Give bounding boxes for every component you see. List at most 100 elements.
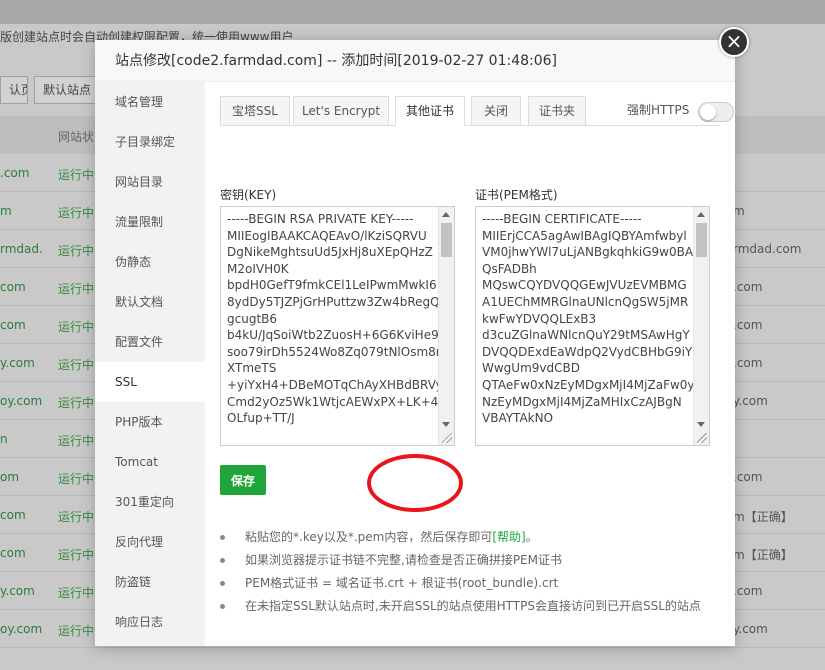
background-site-status[interactable]: 运行中	[58, 432, 94, 449]
background-site-remark: y.com	[733, 394, 768, 408]
background-site-remark: .com	[733, 584, 763, 598]
background-site-name[interactable]: y.com	[0, 356, 35, 370]
nav-domain-management[interactable]: 域名管理	[95, 82, 205, 122]
cert-textarea[interactable]	[476, 207, 694, 445]
background-site-name[interactable]: oy.com	[0, 622, 42, 636]
cert-scrollbar[interactable]	[693, 207, 709, 445]
background-site-name[interactable]: y.com	[0, 584, 35, 598]
modal-sidenav: 域名管理 子目录绑定 网站目录 流量限制 伪静态 默认文档 配置文件 SSL P…	[95, 82, 205, 646]
background-site-status[interactable]: 运行中	[58, 546, 94, 563]
background-site-name[interactable]: com	[0, 280, 26, 294]
scroll-up-arrow-icon[interactable]	[442, 212, 450, 217]
background-site-remark: m【正确】	[733, 510, 793, 524]
nav-301-redirect[interactable]: 301重定向	[95, 482, 205, 522]
site-edit-modal: 站点修改[code2.farmdad.com] -- 添加时间[2019-02-…	[95, 40, 735, 646]
close-icon[interactable]: ×	[719, 27, 749, 57]
background-button-default-site[interactable]: 默认站点	[34, 76, 96, 104]
toggle-knob	[700, 104, 716, 120]
key-label: 密钥(KEY)	[220, 188, 277, 202]
tab-certificate-folder[interactable]: 证书夹	[528, 96, 586, 126]
tip-item: PEM格式证书 = 域名证书.crt + 根证书(root_bundle).cr…	[220, 574, 720, 597]
background-site-status[interactable]: 运行中	[58, 204, 94, 221]
background-topbar	[0, 0, 825, 24]
nav-rewrite[interactable]: 伪静态	[95, 242, 205, 282]
tip-text: 粘贴您的*.key以及*.pem内容，然后保存即可	[245, 530, 493, 544]
background-site-name[interactable]: rmdad.	[0, 242, 43, 256]
key-scrollbar[interactable]	[438, 207, 454, 445]
background-site-status[interactable]: 运行中	[58, 280, 94, 297]
background-site-name[interactable]: om	[0, 470, 19, 484]
ssl-tabs: 宝塔SSL Let's Encrypt 其他证书 关闭 证书夹 强制HTTPS	[220, 96, 734, 126]
scroll-up-arrow-icon[interactable]	[697, 212, 705, 217]
background-site-remark: rmdad.com	[733, 242, 802, 256]
background-site-remark: .com	[733, 470, 763, 484]
resize-grip-icon[interactable]	[697, 433, 707, 443]
force-https-label: 强制HTTPS	[627, 103, 690, 117]
background-button-home[interactable]: 认页	[0, 76, 28, 104]
background-site-name[interactable]: n	[0, 432, 8, 446]
resize-grip-icon[interactable]	[442, 433, 452, 443]
scroll-down-arrow-icon[interactable]	[697, 422, 705, 427]
cert-textarea-wrapper	[475, 206, 710, 446]
tab-lets-encrypt[interactable]: Let's Encrypt	[293, 96, 389, 126]
help-link[interactable]: [帮助]	[492, 530, 525, 544]
ssl-tips-list: 粘贴您的*.key以及*.pem内容，然后保存即可[帮助]。 如果浏览器提示证书…	[220, 528, 720, 620]
bullet-dot-icon	[220, 581, 225, 586]
red-annotation-circle	[367, 454, 463, 512]
key-textarea-wrapper	[220, 206, 455, 446]
force-https-toggle[interactable]	[698, 102, 734, 122]
key-textarea[interactable]	[221, 207, 439, 445]
nav-traffic-limit[interactable]: 流量限制	[95, 202, 205, 242]
background-site-name[interactable]: m	[0, 204, 12, 218]
background-site-remark: .com	[733, 280, 763, 294]
nav-response-log[interactable]: 响应日志	[95, 602, 205, 642]
scroll-down-arrow-icon[interactable]	[442, 422, 450, 427]
background-site-status[interactable]: 运行中	[58, 394, 94, 411]
background-site-status[interactable]: 运行中	[58, 356, 94, 373]
tip-suffix: 。	[525, 530, 538, 544]
tip-item: 如果浏览器提示证书链不完整,请检查是否正确拼接PEM证书	[220, 551, 720, 574]
nav-ssl[interactable]: SSL	[95, 362, 205, 402]
background-site-remark: m【正确】	[733, 548, 793, 562]
cert-label: 证书(PEM格式)	[475, 188, 558, 202]
background-site-status[interactable]: 运行中	[58, 318, 94, 335]
background-site-name[interactable]: .com	[0, 166, 29, 180]
scroll-thumb[interactable]	[696, 223, 707, 257]
background-site-remark: .com	[733, 356, 763, 370]
background-site-name[interactable]: com	[0, 546, 26, 560]
bullet-dot-icon	[220, 604, 225, 609]
nav-subdirectory-binding[interactable]: 子目录绑定	[95, 122, 205, 162]
nav-tomcat[interactable]: Tomcat	[95, 442, 205, 482]
tip-text: 在未指定SSL默认站点时,未开启SSL的站点使用HTTPS会直接访问到已开启SS…	[245, 599, 701, 613]
nav-hotlink-protection[interactable]: 防盗链	[95, 562, 205, 602]
modal-title: 站点修改[code2.farmdad.com] -- 添加时间[2019-02-…	[95, 40, 735, 82]
tip-text: PEM格式证书 = 域名证书.crt + 根证书(root_bundle).cr…	[245, 576, 559, 590]
background-site-status[interactable]: 运行中	[58, 166, 94, 183]
nav-site-directory[interactable]: 网站目录	[95, 162, 205, 202]
background-site-status[interactable]: 运行中	[58, 622, 94, 639]
background-site-status[interactable]: 运行中	[58, 508, 94, 525]
background-site-status[interactable]: 运行中	[58, 242, 94, 259]
background-site-name[interactable]: oy.com	[0, 394, 42, 408]
bullet-dot-icon	[220, 558, 225, 563]
tip-item: 在未指定SSL默认站点时,未开启SSL的站点使用HTTPS会直接访问到已开启SS…	[220, 597, 720, 620]
background-site-status[interactable]: 运行中	[58, 470, 94, 487]
nav-reverse-proxy[interactable]: 反向代理	[95, 522, 205, 562]
nav-php-version[interactable]: PHP版本	[95, 402, 205, 442]
tab-other-certificate[interactable]: 其他证书	[395, 96, 465, 126]
ssl-content: 宝塔SSL Let's Encrypt 其他证书 关闭 证书夹 强制HTTPS …	[205, 82, 735, 646]
nav-config-file[interactable]: 配置文件	[95, 322, 205, 362]
save-button[interactable]: 保存	[220, 465, 266, 495]
tip-text: 如果浏览器提示证书链不完整,请检查是否正确拼接PEM证书	[245, 553, 562, 567]
tab-baota-ssl[interactable]: 宝塔SSL	[220, 96, 290, 126]
scroll-thumb[interactable]	[441, 223, 452, 257]
nav-default-document[interactable]: 默认文档	[95, 282, 205, 322]
background-site-remark: y.com	[733, 622, 768, 636]
background-site-remark: .com	[733, 318, 763, 332]
background-site-status[interactable]: 运行中	[58, 584, 94, 601]
tab-close[interactable]: 关闭	[471, 96, 521, 126]
background-site-name[interactable]: com	[0, 318, 26, 332]
background-site-name[interactable]: com	[0, 508, 26, 522]
background-column-status: 网站状	[58, 130, 95, 144]
tip-item: 粘贴您的*.key以及*.pem内容，然后保存即可[帮助]。	[220, 528, 720, 551]
